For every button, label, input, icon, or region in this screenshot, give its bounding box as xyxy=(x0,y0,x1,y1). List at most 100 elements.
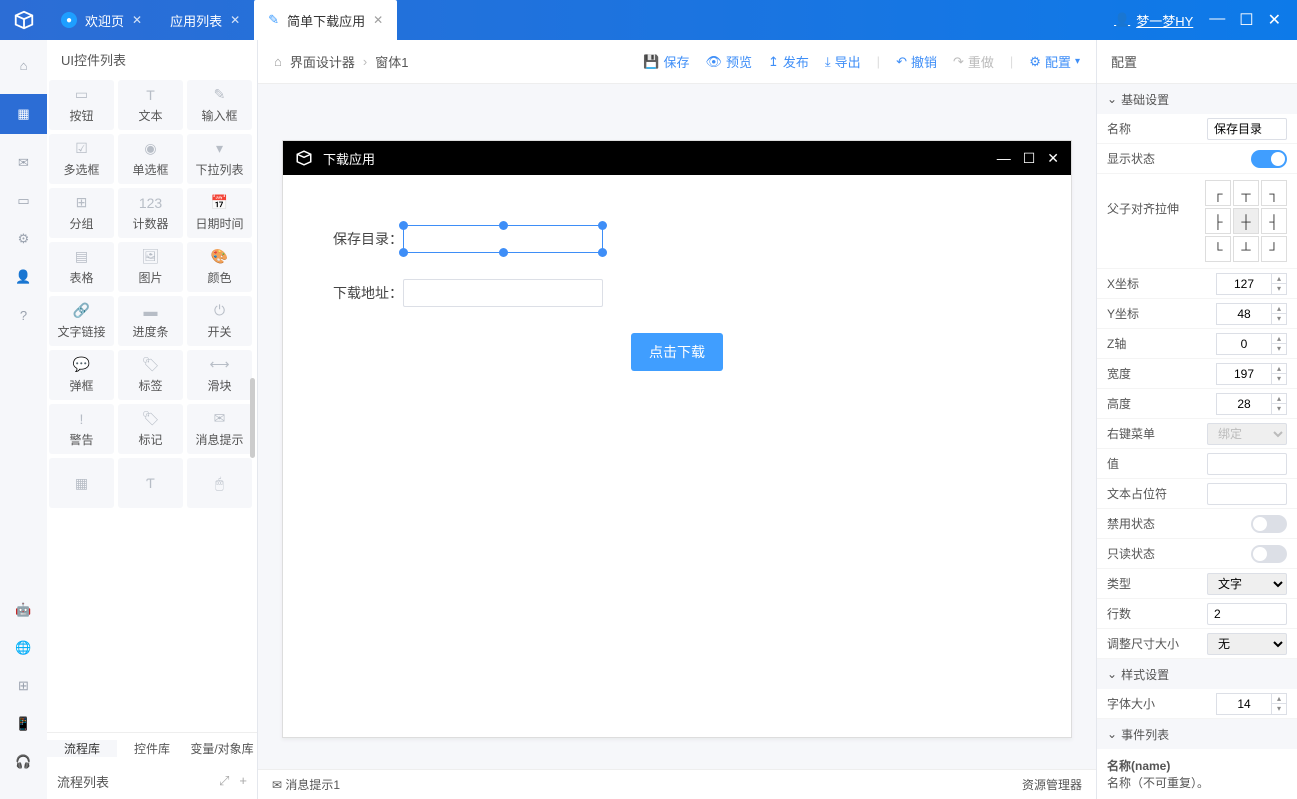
prop-z-input[interactable] xyxy=(1216,333,1272,355)
section-events[interactable]: ⌄事件列表 xyxy=(1097,719,1297,749)
ctrl-slider[interactable]: ⟷滑块 xyxy=(187,350,252,400)
windows-icon[interactable]: ⊞ xyxy=(15,677,33,695)
prop-fontsize-input[interactable] xyxy=(1216,693,1272,715)
prop-contextmenu-select[interactable]: 绑定 xyxy=(1207,423,1287,445)
align-tl[interactable]: ┌ xyxy=(1205,180,1231,206)
add-icon[interactable]: + xyxy=(239,773,247,789)
align-br[interactable]: ┘ xyxy=(1261,236,1287,262)
expand-icon[interactable]: ⤢ xyxy=(219,773,229,789)
maximize-icon[interactable]: ☐ xyxy=(1023,150,1036,167)
home-icon[interactable]: ⌂ xyxy=(274,54,282,69)
close-icon[interactable]: ✕ xyxy=(373,13,383,27)
ctrl-tag[interactable]: 🏷标签 xyxy=(118,350,183,400)
ctrl-alert[interactable]: !警告 xyxy=(49,404,114,454)
headset-icon[interactable]: 🎧 xyxy=(15,753,33,771)
ctrl-more1[interactable]: ▦ xyxy=(49,458,114,508)
save-button[interactable]: 💾保存 xyxy=(643,52,689,71)
undo-button[interactable]: ↶撤销 xyxy=(896,52,937,71)
stepper-down[interactable]: ▾ xyxy=(1272,704,1286,714)
prop-y-input[interactable] xyxy=(1216,303,1272,325)
download-button[interactable]: 点击下载 xyxy=(631,333,723,371)
scrollbar-thumb[interactable] xyxy=(250,378,255,458)
globe-icon[interactable]: 🌐 xyxy=(15,639,33,657)
home-icon[interactable]: ⌂ xyxy=(15,56,33,74)
prop-readonly-toggle[interactable] xyxy=(1251,545,1287,563)
stepper-down[interactable]: ▾ xyxy=(1272,284,1286,294)
stepper-up[interactable]: ▴ xyxy=(1272,694,1286,704)
ctrl-link[interactable]: 🔗文字链接 xyxy=(49,296,114,346)
preview-button[interactable]: 👁预览 xyxy=(705,52,752,71)
tab-app-list[interactable]: 应用列表 ✕ xyxy=(156,0,254,40)
section-basic[interactable]: ⌄基础设置 xyxy=(1097,84,1297,114)
canvas-area[interactable]: 下载应用 — ☐ ✕ 保存目录： xyxy=(258,84,1096,769)
align-tr[interactable]: ┐ xyxy=(1261,180,1287,206)
ctrl-input[interactable]: ✎输入框 xyxy=(187,80,252,130)
box-icon[interactable]: ▭ xyxy=(15,192,33,210)
mobile-icon[interactable]: 📱 xyxy=(15,715,33,733)
publish-button[interactable]: ↥发布 xyxy=(768,52,809,71)
footer-tab-flow[interactable]: 流程库 xyxy=(47,740,117,757)
user-link[interactable]: 👤 梦一梦HY xyxy=(1114,11,1193,30)
breadcrumb-item[interactable]: 窗体1 xyxy=(375,52,408,71)
prop-value-input[interactable] xyxy=(1207,453,1287,475)
ctrl-button[interactable]: ▭按钮 xyxy=(49,80,114,130)
prop-disabled-toggle[interactable] xyxy=(1251,515,1287,533)
ctrl-more3[interactable]: 🖱 xyxy=(187,458,252,508)
export-button[interactable]: ⤓导出 xyxy=(825,52,861,71)
footer-tab-control[interactable]: 控件库 xyxy=(117,740,187,757)
stepper-up[interactable]: ▴ xyxy=(1272,274,1286,284)
stepper-up[interactable]: ▴ xyxy=(1272,304,1286,314)
tab-welcome[interactable]: ● 欢迎页 ✕ xyxy=(47,0,156,40)
download-url-input[interactable] xyxy=(403,279,603,307)
minimize-icon[interactable]: — xyxy=(997,150,1011,167)
prop-type-select[interactable]: 文字 xyxy=(1207,573,1287,595)
ctrl-badge[interactable]: 🏷标记 xyxy=(118,404,183,454)
ctrl-select[interactable]: ▾下拉列表 xyxy=(187,134,252,184)
prop-placeholder-input[interactable] xyxy=(1207,483,1287,505)
help-icon[interactable]: ? xyxy=(15,306,33,324)
ctrl-dialog[interactable]: 💬弹框 xyxy=(49,350,114,400)
save-dir-input-selected[interactable] xyxy=(403,225,603,253)
tab-simple-download[interactable]: ✎ 简单下载应用 ✕ xyxy=(254,0,397,40)
resource-manager-link[interactable]: 资源管理器 xyxy=(1022,776,1082,793)
preview-window[interactable]: 下载应用 — ☐ ✕ 保存目录： xyxy=(282,140,1072,738)
close-icon[interactable]: ✕ xyxy=(132,13,142,27)
stepper-up[interactable]: ▴ xyxy=(1272,394,1286,404)
ctrl-datetime[interactable]: 📅日期时间 xyxy=(187,188,252,238)
prop-display-toggle[interactable] xyxy=(1251,150,1287,168)
breadcrumb-item[interactable]: 界面设计器 xyxy=(290,52,355,71)
ctrl-color[interactable]: 🎨颜色 xyxy=(187,242,252,292)
prop-height-input[interactable] xyxy=(1216,393,1272,415)
ctrl-counter[interactable]: 123计数器 xyxy=(118,188,183,238)
prop-resize-select[interactable]: 无 xyxy=(1207,633,1287,655)
ctrl-image[interactable]: 🖼图片 xyxy=(118,242,183,292)
ctrl-more2[interactable]: Ƭ xyxy=(118,458,183,508)
ctrl-table[interactable]: ▤表格 xyxy=(49,242,114,292)
ctrl-checkbox[interactable]: ☑多选框 xyxy=(49,134,114,184)
align-mc[interactable]: ┼ xyxy=(1233,208,1259,234)
minimize-icon[interactable]: — xyxy=(1209,10,1225,30)
ctrl-progress[interactable]: ▬进度条 xyxy=(118,296,183,346)
prop-name-input[interactable] xyxy=(1207,118,1287,140)
ctrl-switch[interactable]: ⏻开关 xyxy=(187,296,252,346)
align-tc[interactable]: ┬ xyxy=(1233,180,1259,206)
mail-icon[interactable]: ✉ xyxy=(15,154,33,172)
ctrl-text[interactable]: T文本 xyxy=(118,80,183,130)
stepper-down[interactable]: ▾ xyxy=(1272,404,1286,414)
align-bc[interactable]: ┴ xyxy=(1233,236,1259,262)
ctrl-message[interactable]: ✉消息提示 xyxy=(187,404,252,454)
close-icon[interactable]: ✕ xyxy=(230,13,240,27)
align-mr[interactable]: ┤ xyxy=(1261,208,1287,234)
maximize-icon[interactable]: ☐ xyxy=(1239,10,1253,30)
stepper-down[interactable]: ▾ xyxy=(1272,344,1286,354)
redo-button[interactable]: ↷重做 xyxy=(953,52,994,71)
footer-tab-var[interactable]: 变量/对象库 xyxy=(187,740,257,757)
msg-tip-label[interactable]: 消息提示1 xyxy=(285,778,340,792)
robot-icon[interactable]: 🤖 xyxy=(15,601,33,619)
config-button[interactable]: ⚙配置▾ xyxy=(1029,52,1080,71)
ctrl-group[interactable]: ⊞分组 xyxy=(49,188,114,238)
prop-rows-input[interactable] xyxy=(1207,603,1287,625)
close-icon[interactable]: ✕ xyxy=(1047,150,1059,167)
grid-icon[interactable]: ▦ xyxy=(0,94,47,134)
gear-icon[interactable]: ⚙ xyxy=(15,230,33,248)
